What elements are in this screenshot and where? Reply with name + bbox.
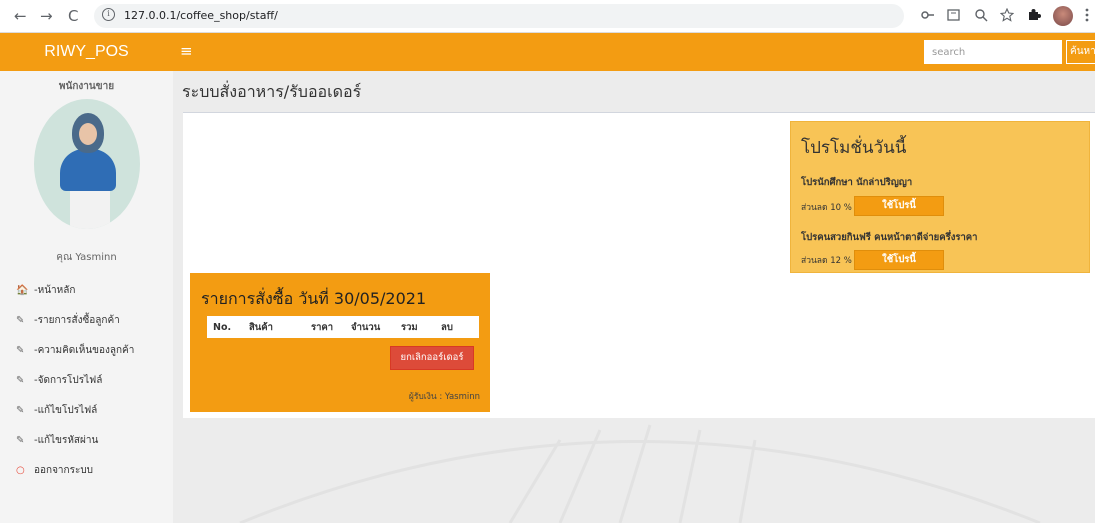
- promo-title: โปรนักศึกษา นักล่าปริญญา: [801, 177, 913, 188]
- column-header: รวม: [401, 321, 418, 333]
- sidebar-item-label: ออกจากระบบ: [34, 465, 94, 476]
- column-header: จำนวน: [351, 321, 381, 333]
- cashier-name: ผู้รับเงิน : Yasminn: [408, 392, 480, 402]
- order-heading: รายการสั่งซื้อ วันที่ 30/05/2021: [201, 289, 427, 308]
- column-header: ลบ: [441, 321, 453, 333]
- sidebar-item-label: -จัดการโปรไฟล์: [34, 375, 103, 386]
- sidebar-item-label: -ความคิดเห็นของลูกค้า: [34, 345, 135, 356]
- promo-discount: ส่วนลด 12 %: [801, 256, 852, 266]
- forward-arrow-icon[interactable]: →: [40, 8, 53, 24]
- use-promo-button[interactable]: ใช้โปรนี้: [854, 196, 944, 216]
- brand-logo[interactable]: RIWY_POS: [0, 33, 173, 71]
- address-bar[interactable]: i 127.0.0.1/coffee_shop/staff/: [94, 4, 904, 28]
- edit-icon: ✎: [16, 345, 25, 356]
- back-arrow-icon[interactable]: ←: [14, 8, 27, 24]
- order-table: No. สินค้า ราคา จำนวน รวม ลบ: [207, 316, 479, 338]
- content-panel: โปรโมชั่นวันนี้ โปรนักศึกษา นักล่าปริญญา…: [183, 112, 1095, 418]
- profile-photo: [34, 99, 140, 229]
- sidebar-item-logout[interactable]: ○ ออกจากระบบ: [0, 456, 173, 486]
- sidebar-item-customer-orders[interactable]: ✎ -รายการสั่งซื้อลูกค้า: [0, 306, 173, 336]
- app-header: RIWY_POS ≡ ค้นหา: [0, 33, 1095, 71]
- sidebar: พนักงานขาย คุณ Yasminn 🏠 -หน้าหลัก ✎ -รายก…: [0, 71, 173, 523]
- table-header-row: No. สินค้า ราคา จำนวน รวม ลบ: [207, 316, 479, 338]
- logout-icon: ○: [16, 465, 25, 476]
- cancel-order-button[interactable]: ยกเลิกออร์เดอร์: [390, 346, 474, 370]
- promo-discount: ส่วนลด 10 %: [801, 203, 852, 213]
- column-header: สินค้า: [249, 321, 273, 333]
- translate-icon[interactable]: [947, 8, 961, 22]
- url-text: 127.0.0.1/coffee_shop/staff/: [124, 9, 278, 22]
- column-header: No.: [213, 321, 232, 333]
- sidebar-item-edit-profile[interactable]: ✎ -แก้ไขโปรไฟล์: [0, 396, 173, 426]
- more-vert-icon[interactable]: [1084, 8, 1090, 22]
- promotion-panel: โปรโมชั่นวันนี้ โปรนักศึกษา นักล่าปริญญา…: [790, 121, 1090, 273]
- sidebar-item-label: -รายการสั่งซื้อลูกค้า: [34, 315, 120, 326]
- sidebar-menu: 🏠 -หน้าหลัก ✎ -รายการสั่งซื้อลูกค้า ✎ -ความ…: [0, 276, 173, 486]
- watermark-graphic: [239, 424, 1041, 523]
- sidebar-item-home[interactable]: 🏠 -หน้าหลัก: [0, 276, 173, 306]
- use-promo-button[interactable]: ใช้โปรนี้: [854, 250, 944, 270]
- zoom-icon[interactable]: [974, 8, 988, 22]
- key-icon[interactable]: [921, 8, 935, 22]
- order-panel: รายการสั่งซื้อ วันที่ 30/05/2021 No. สิน…: [190, 273, 490, 412]
- star-icon[interactable]: [1000, 8, 1014, 22]
- search-input[interactable]: [924, 40, 1062, 64]
- edit-icon: ✎: [16, 315, 25, 326]
- promotion-heading: โปรโมชั่นวันนี้: [801, 138, 907, 158]
- sidebar-item-change-password[interactable]: ✎ -แก้ไขรหัสผ่าน: [0, 426, 173, 456]
- column-header: ราคา: [311, 321, 334, 333]
- home-icon: 🏠: [16, 285, 29, 296]
- page-title: ระบบสั่งอาหาร/รับออเดอร์: [182, 82, 362, 101]
- sidebar-item-label: -หน้าหลัก: [34, 285, 76, 296]
- hamburger-menu-icon[interactable]: ≡: [180, 42, 193, 60]
- edit-icon: ✎: [16, 405, 25, 416]
- info-icon[interactable]: i: [102, 8, 115, 21]
- sidebar-item-customer-feedback[interactable]: ✎ -ความคิดเห็นของลูกค้า: [0, 336, 173, 366]
- reload-icon[interactable]: C: [68, 8, 78, 24]
- search-button[interactable]: ค้นหา: [1066, 40, 1095, 64]
- profile-avatar-icon[interactable]: [1053, 6, 1073, 26]
- username: คุณ Yasminn: [56, 252, 117, 263]
- sidebar-item-manage-profile[interactable]: ✎ -จัดการโปรไฟล์: [0, 366, 173, 396]
- sidebar-item-label: -แก้ไขรหัสผ่าน: [34, 435, 99, 446]
- promo-title: โปรคนสวยกินฟรี คนหน้าตาดีจ่ายครึ่งราคา: [801, 232, 978, 243]
- user-role: พนักงานขาย: [58, 81, 115, 92]
- edit-icon: ✎: [16, 375, 25, 386]
- sidebar-item-label: -แก้ไขโปรไฟล์: [34, 405, 98, 416]
- extensions-icon[interactable]: [1027, 8, 1041, 22]
- edit-icon: ✎: [16, 435, 25, 446]
- browser-toolbar: ← → C i 127.0.0.1/coffee_shop/staff/: [0, 0, 1095, 33]
